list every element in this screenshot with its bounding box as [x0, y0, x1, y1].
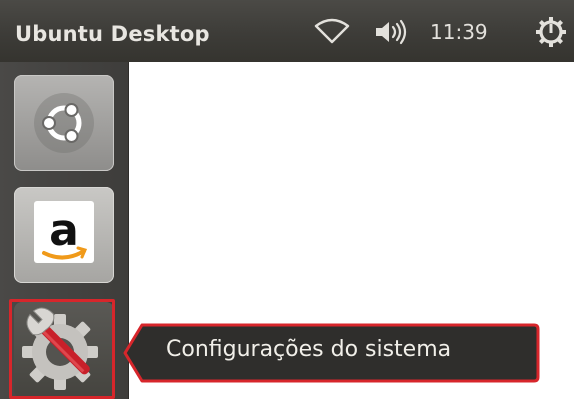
app-title: Ubuntu Desktop: [15, 22, 210, 46]
clock[interactable]: 11:39: [430, 14, 488, 50]
power-icon[interactable]: [534, 14, 570, 50]
launcher-item-amazon[interactable]: a: [11, 184, 117, 286]
tooltip-label: Configurações do sistema: [166, 337, 452, 362]
amazon-logo-icon: a: [34, 201, 94, 263]
volume-icon[interactable]: [373, 14, 413, 50]
top-panel: Ubuntu Desktop 11:39: [0, 0, 574, 62]
wifi-icon[interactable]: [312, 14, 356, 50]
launcher-item-dash-home[interactable]: [11, 72, 117, 174]
svg-text:a: a: [49, 205, 79, 256]
ubuntu-logo-icon: [34, 93, 94, 153]
highlight-box: [9, 299, 115, 399]
launcher: a: [0, 62, 129, 399]
